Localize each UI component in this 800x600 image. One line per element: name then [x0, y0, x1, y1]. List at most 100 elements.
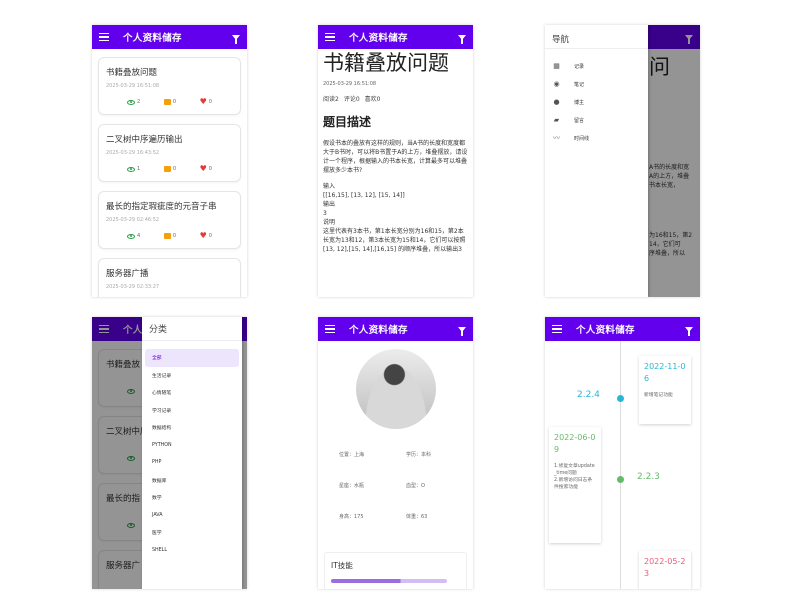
- comment-count: 0: [172, 166, 176, 172]
- app-bar: 个人资料储存: [545, 317, 700, 341]
- nav-item[interactable]: 〰 时间线: [545, 129, 648, 147]
- heart-icon: ♥: [199, 97, 207, 106]
- app-title: 个人资料储存: [349, 325, 408, 336]
- avatar: [355, 349, 436, 429]
- article-line: 这里代表有3本书，第1本长宽分别为16和15，第2本长宽为13和12，第3本长宽…: [323, 228, 466, 253]
- article-line: [[16,15], [13, 12], [15, 14]]: [323, 192, 405, 199]
- nav-item[interactable]: ▦ 记录: [545, 57, 648, 75]
- category-item[interactable]: JAVA: [145, 507, 239, 525]
- filter-icon[interactable]: [685, 326, 693, 336]
- like-count: 0: [208, 99, 212, 105]
- category-item[interactable]: 生活记录: [145, 367, 239, 385]
- card-title: 最长的指定瑕疵度的元音子串: [106, 202, 217, 212]
- card-stats: 4 0 ♥ 0: [106, 231, 233, 240]
- timeline-date: 2022-05-2 3: [644, 557, 686, 578]
- category-item[interactable]: 数学: [145, 489, 239, 507]
- like-count: 喜欢0: [364, 96, 381, 103]
- article-body: 假设书本的叠放有这样的规则，当A书的长度和宽度都大于B书时，可以将B书置于A的上…: [323, 139, 468, 254]
- card-date: 2025-03-29 02:33:27: [106, 284, 160, 290]
- app-bar: 个人资料储存: [92, 25, 247, 49]
- category-item[interactable]: SHELL: [145, 542, 239, 560]
- category-item[interactable]: PHP: [145, 454, 239, 472]
- filter-icon[interactable]: [458, 326, 466, 336]
- comment-icon: [163, 99, 171, 105]
- app-title: 个人资料储存: [123, 33, 182, 44]
- eye-icon: [127, 99, 135, 105]
- screen-timeline: 个人资料储存 2.2.4 2022-11-0 6 新增笔记功能 2.2.3 2022-0…: [545, 317, 700, 589]
- like-stat: ♥ 0: [199, 97, 212, 106]
- menu-icon[interactable]: [325, 32, 335, 42]
- view-count: 1: [137, 166, 141, 172]
- article-paragraph: 假设书本的叠放有这样的规则，当A书的长度和宽度都大于B书时，可以将B书置于A的上…: [323, 140, 468, 174]
- filter-icon[interactable]: [458, 34, 466, 44]
- profile-field: 身高：175: [339, 514, 364, 520]
- timeline-card[interactable]: 2022-05-2 3: [639, 551, 691, 589]
- card-title: 书籍叠放问题: [106, 68, 158, 78]
- heart-icon: ♥: [199, 231, 207, 240]
- nav-item[interactable]: ● 博主: [545, 93, 648, 111]
- menu-icon[interactable]: [552, 324, 562, 334]
- nav-item-label: 博主: [574, 99, 585, 106]
- skill-progress-bar: [331, 579, 448, 583]
- nav-item-label: 记录: [574, 63, 585, 70]
- category-item[interactable]: PYTHON: [145, 437, 239, 455]
- profile-field: 血型：O: [406, 483, 425, 489]
- card-title: 二叉树中序遍历输出: [106, 135, 183, 145]
- like-count: 0: [208, 166, 212, 172]
- view-stat: 1: [127, 166, 140, 172]
- timeline-version: 2.2.4: [577, 390, 600, 400]
- screen-article-list: 个人资料储存 书籍叠放问题 2025-03-29 16:51:08 2 0 ♥ 0 二叉树中…: [92, 25, 247, 297]
- app-bar: 个人资料储存: [318, 25, 473, 49]
- nav-item-label: 时间线: [574, 135, 590, 142]
- category-item[interactable]: 医学: [145, 524, 239, 542]
- category-item[interactable]: 数据库: [145, 472, 239, 490]
- screen-nav-drawer: 问 A书的长度和宽 A的上方，堆叠 书本长宽， 为16和15，第2 14，它们可 序堆叠，…: [545, 25, 700, 297]
- skills-title: IT技能: [331, 561, 353, 570]
- timeline-card[interactable]: 2022-06-0 9 1.修复文章update_time问题 2.新增访问日志条…: [549, 427, 601, 543]
- screen-profile: 个人资料储存 位置：上海 学历：本科 星座：水瓶 血型：O 身高：175 体重：63 IT…: [318, 317, 473, 589]
- comment-count: 0: [172, 233, 176, 239]
- comment-count: 评论0: [343, 96, 360, 103]
- menu-icon[interactable]: [99, 32, 109, 42]
- card-date: 2025-03-29 16:43:52: [106, 150, 160, 156]
- article-line: 输出: [323, 201, 336, 208]
- menu-icon[interactable]: [325, 324, 335, 334]
- article-card[interactable]: 二叉树中序遍历输出 2025-03-29 16:43:52 1 0 ♥ 0: [98, 124, 241, 182]
- card-stats: 1 0 ♥ 0: [106, 164, 233, 173]
- category-drawer: 分类 全部 生活记录 心情随笔 学习记录 数据结构 PYTHON PHP 数据库 数学 JAVA 医…: [142, 317, 242, 589]
- category-item[interactable]: 数据结构: [145, 419, 239, 437]
- heart-icon: ♥: [199, 164, 207, 173]
- read-count: 阅读2: [323, 96, 339, 103]
- eye-icon: [127, 166, 135, 172]
- timeline-version: 2.2.3: [637, 472, 660, 482]
- timeline: 2.2.4 2022-11-0 6 新增笔记功能 2.2.3 2022-06-0 9 1.…: [545, 341, 700, 589]
- drawer-header: 分类: [142, 317, 242, 341]
- view-stat: 2: [127, 99, 140, 105]
- timeline-card[interactable]: 2022-11-0 6 新增笔记功能: [639, 356, 691, 424]
- skills-card: IT技能: [324, 552, 467, 589]
- article-date: 2025-03-29 16:51:08: [323, 81, 377, 87]
- nav-item-label: 笔记: [574, 81, 585, 88]
- timeline-axis: [620, 341, 621, 589]
- category-item[interactable]: 心情随笔: [145, 384, 239, 402]
- timeline-icon: 〰: [553, 133, 560, 142]
- article-card[interactable]: 最长的指定瑕疵度的元音子串 2025-03-29 02:46:52 4 0 ♥ 0: [98, 191, 241, 249]
- forum-icon: ▰: [553, 115, 560, 124]
- article-card[interactable]: 服务器广播 2025-03-29 02:33:27: [98, 258, 241, 297]
- nav-item[interactable]: ▰ 留言: [545, 111, 648, 129]
- comment-icon: [163, 233, 171, 239]
- nav-item[interactable]: ◉ 笔记: [545, 75, 648, 93]
- dashboard-icon: ▦: [553, 61, 560, 70]
- profile-field: 学历：本科: [406, 452, 432, 458]
- nav-drawer: 导航 ▦ 记录 ◉ 笔记 ● 博主 ▰ 留言〰 时间线: [545, 25, 648, 297]
- view-stat: 4: [127, 233, 140, 239]
- account-circle-icon: ◉: [553, 79, 560, 88]
- category-item[interactable]: 全部: [145, 349, 239, 367]
- category-item[interactable]: 学习记录: [145, 402, 239, 420]
- comment-stat: 0: [163, 233, 176, 239]
- app-bar: 个人资料储存: [318, 317, 473, 341]
- profile-field: 位置：上海: [339, 452, 365, 458]
- filter-icon[interactable]: [232, 34, 240, 44]
- comment-stat: 0: [163, 166, 176, 172]
- article-card[interactable]: 书籍叠放问题 2025-03-29 16:51:08 2 0 ♥ 0: [98, 57, 241, 115]
